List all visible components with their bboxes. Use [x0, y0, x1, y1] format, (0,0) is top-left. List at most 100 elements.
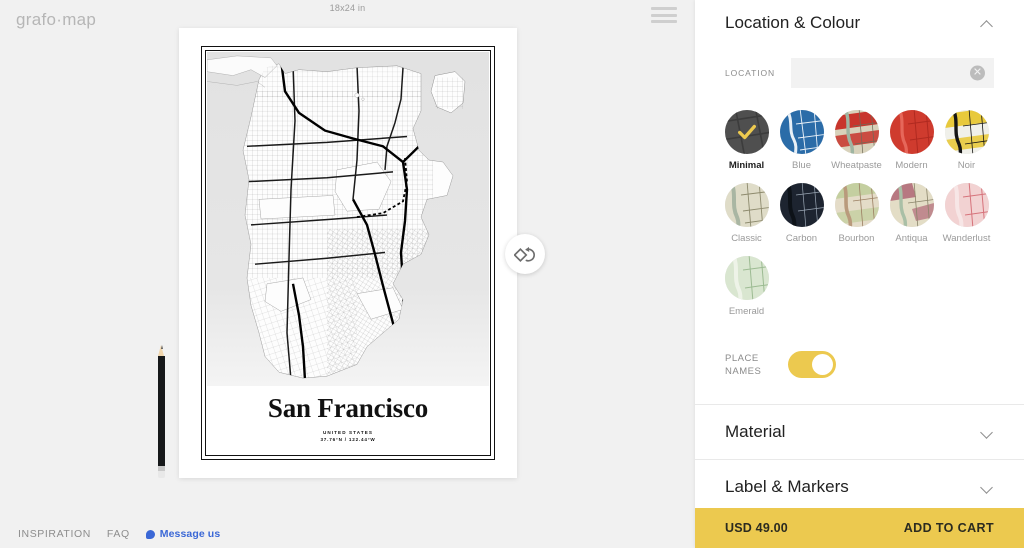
swatch-label: Wheatpaste — [831, 160, 882, 171]
hamburger-bar — [651, 14, 677, 17]
swatch-thumb — [945, 110, 989, 154]
poster-inner: San Francisco UNITED STATES 37.76°N / 12… — [201, 46, 495, 460]
swatch-label: Minimal — [729, 160, 764, 171]
map-render — [207, 52, 489, 386]
poster-coordinates: 37.76°N / 122.44°W — [201, 437, 495, 442]
section-material: Material — [695, 405, 1024, 459]
section-material-header[interactable]: Material — [695, 405, 1024, 459]
hamburger-bar — [651, 7, 677, 10]
swatch-label: Emerald — [729, 306, 764, 317]
swatch-carbon[interactable]: Carbon — [774, 183, 829, 244]
footer-links: INSPIRATION FAQ Message us — [0, 520, 695, 548]
pencil-lead — [161, 345, 163, 349]
swatch-map-thumb — [725, 256, 769, 300]
toggle-knob — [812, 354, 833, 375]
swatch-map-thumb — [725, 183, 769, 227]
rotate-orientation-icon — [514, 243, 536, 265]
place-names-toggle[interactable] — [788, 351, 836, 378]
swatch-map-thumb — [890, 110, 934, 154]
footer-link-faq[interactable]: FAQ — [107, 528, 130, 540]
clear-location-icon[interactable]: ✕ — [970, 66, 985, 81]
swatch-label: Blue — [792, 160, 811, 171]
message-us-label: Message us — [160, 528, 221, 540]
location-input-wrapper: ✕ — [791, 58, 994, 88]
swatch-thumb — [780, 183, 824, 227]
swatch-thumb — [725, 256, 769, 300]
location-input[interactable] — [791, 58, 994, 88]
section-label-markers-header[interactable]: Label & Markers — [695, 460, 1024, 508]
swatch-map-thumb — [835, 183, 879, 227]
options-panel: Location & Colour LOCATION ✕ — [695, 0, 1024, 548]
swatch-label: Bourbon — [839, 233, 875, 244]
section-label-markers-title: Label & Markers — [725, 477, 849, 497]
swatch-label: Antiqua — [895, 233, 927, 244]
swatch-modern[interactable]: Modern — [884, 110, 939, 171]
swatch-blue[interactable]: Blue — [774, 110, 829, 171]
swatch-antiqua[interactable]: Antiqua — [884, 183, 939, 244]
swatch-map-thumb — [780, 110, 824, 154]
app-root: grafo·map 18x24 in — [0, 0, 1024, 548]
cart-price: USD 49.00 — [725, 521, 788, 535]
hamburger-icon[interactable] — [651, 5, 677, 25]
poster-caption: San Francisco UNITED STATES 37.76°N / 12… — [201, 395, 495, 442]
place-names-label-line1: PLACE — [725, 353, 759, 364]
poster-title: San Francisco — [201, 395, 495, 422]
poster-size-label: 18x24 in — [0, 3, 695, 13]
location-label: LOCATION — [725, 68, 791, 78]
swatch-thumb — [890, 183, 934, 227]
poster-preview[interactable]: San Francisco UNITED STATES 37.76°N / 12… — [179, 28, 517, 478]
chevron-up-icon[interactable] — [981, 17, 994, 30]
swatch-wanderlust[interactable]: Wanderlust — [939, 183, 994, 244]
swatch-thumb — [890, 110, 934, 154]
pencil-body — [158, 356, 165, 466]
pencil-scale-reference — [158, 345, 165, 478]
swatch-map-thumb — [945, 110, 989, 154]
add-to-cart-button[interactable]: ADD TO CART — [904, 521, 994, 535]
colour-swatch-grid: Minimal Blue — [695, 88, 1024, 329]
map-svg — [207, 52, 489, 386]
section-material-title: Material — [725, 422, 785, 442]
selected-check-icon — [725, 110, 769, 154]
swatch-noir[interactable]: Noir — [939, 110, 994, 171]
location-field-row: LOCATION ✕ — [695, 46, 1024, 88]
swatch-thumb — [945, 183, 989, 227]
swatch-thumb — [725, 110, 769, 154]
swatch-map-thumb — [780, 183, 824, 227]
swatch-label: Noir — [958, 160, 975, 171]
swatch-bourbon[interactable]: Bourbon — [829, 183, 884, 244]
swatch-classic[interactable]: Classic — [719, 183, 774, 244]
swatch-wheatpaste[interactable]: Wheatpaste — [829, 110, 884, 171]
swatch-map-thumb — [890, 183, 934, 227]
pencil-eraser — [158, 471, 165, 478]
swatch-map-thumb — [835, 110, 879, 154]
place-names-row: PLACE NAMES — [695, 329, 1024, 378]
swatch-minimal[interactable]: Minimal — [719, 110, 774, 171]
rotate-orientation-button[interactable] — [505, 234, 545, 274]
swatch-label: Classic — [731, 233, 762, 244]
section-label-markers: Label & Markers — [695, 460, 1024, 508]
swatch-thumb — [835, 183, 879, 227]
poster-country: UNITED STATES — [201, 430, 495, 435]
section-location-colour-title: Location & Colour — [725, 13, 860, 33]
hamburger-bar — [651, 20, 677, 23]
swatch-thumb — [725, 183, 769, 227]
swatch-emerald[interactable]: Emerald — [719, 256, 774, 317]
message-us-button[interactable]: Message us — [146, 528, 221, 540]
footer-link-inspiration[interactable]: INSPIRATION — [18, 528, 91, 540]
swatch-label: Wanderlust — [943, 233, 991, 244]
place-names-label: PLACE NAMES — [725, 352, 788, 378]
spacer — [695, 378, 1024, 404]
swatch-thumb — [780, 110, 824, 154]
add-to-cart-bar[interactable]: USD 49.00 ADD TO CART — [695, 508, 1024, 548]
chevron-down-icon[interactable] — [981, 481, 994, 494]
swatch-thumb — [835, 110, 879, 154]
section-location-colour-header[interactable]: Location & Colour — [695, 0, 1024, 46]
swatch-label: Carbon — [786, 233, 817, 244]
chevron-down-icon[interactable] — [981, 426, 994, 439]
swatch-label: Modern — [895, 160, 927, 171]
swatch-map-thumb — [945, 183, 989, 227]
options-panel-scroll: Location & Colour LOCATION ✕ — [695, 0, 1024, 508]
brand-logo[interactable]: grafo·map — [16, 10, 96, 30]
preview-canvas: grafo·map 18x24 in — [0, 0, 695, 548]
place-names-label-line2: NAMES — [725, 366, 761, 377]
